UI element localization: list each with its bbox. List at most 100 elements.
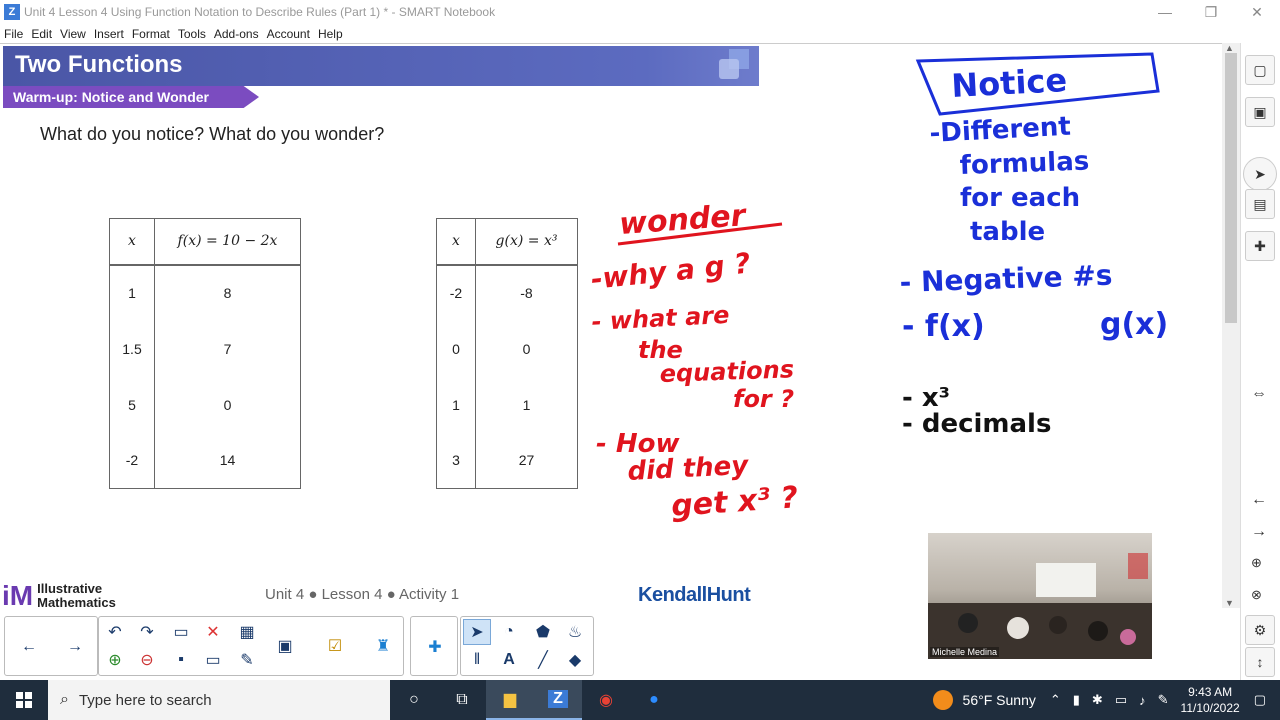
pens-tool-icon[interactable]: ‖ — [463, 647, 491, 673]
table-row: 3 27 — [436, 432, 578, 489]
ink-wonder-title: wonder — [618, 198, 749, 242]
ink-wonder-item: for ? — [733, 385, 794, 413]
slide-canvas[interactable]: Two Functions Warm-up: Notice and Wonder… — [0, 43, 1240, 611]
undo-icon[interactable]: ↶ — [101, 619, 129, 645]
ink-wonder-item: did they — [627, 451, 750, 487]
ink-notice-item: - x³ — [902, 383, 950, 413]
toolbar-tools-group: ➤ ◔ ⬟ ♨ ‖ A ╱ ◆ — [460, 616, 594, 676]
next-page-icon[interactable]: → — [1251, 523, 1267, 541]
volume-icon[interactable]: ♪ — [1139, 693, 1146, 708]
toolbar-nav-group: ← → — [4, 616, 98, 676]
illustrative-math-logo: iM Illustrative Mathematics — [2, 580, 116, 612]
table-cell: 3 — [436, 432, 476, 489]
file-explorer-icon[interactable]: ▆ — [486, 680, 534, 720]
toolbar-move-icon[interactable]: ↕ — [1245, 647, 1275, 677]
attachments-icon[interactable]: ▤ — [1245, 189, 1275, 219]
scroll-down-icon[interactable]: ▼ — [1225, 598, 1234, 608]
toolbar-edit-group: ↶ ↷ ▭ ✕ ▦ ⊕ ⊖ ▪ ▭ ✎ ▣ ☑ ♜ — [98, 616, 404, 676]
menu-edit[interactable]: Edit — [27, 27, 56, 41]
menu-help[interactable]: Help — [314, 27, 347, 41]
menu-format[interactable]: Format — [128, 27, 174, 41]
webcam-video[interactable]: Michelle Medina — [928, 533, 1152, 659]
table-cell: 1 — [522, 396, 531, 413]
menu-file[interactable]: File — [0, 27, 27, 41]
menu-account[interactable]: Account — [263, 27, 314, 41]
table-icon[interactable]: ▦ — [233, 619, 261, 645]
fill-tool-icon[interactable]: ⬟ — [529, 619, 557, 645]
restore-button[interactable]: ❐ — [1188, 0, 1234, 24]
delete-page-button[interactable]: ⊖ — [133, 647, 161, 673]
pen-icon[interactable]: ✎ — [1158, 692, 1169, 708]
minimize-button[interactable]: — — [1142, 0, 1188, 24]
add-page-button[interactable]: ⊕ — [101, 647, 129, 673]
scrollbar-thumb[interactable] — [1225, 53, 1237, 323]
delete-icon[interactable]: ✕ — [199, 619, 227, 645]
close-button[interactable]: ✕ — [1234, 0, 1280, 24]
zoom-icon[interactable]: ● — [630, 680, 678, 720]
notifications-icon[interactable]: ▢ — [1254, 692, 1266, 708]
taskbar-clock[interactable]: 9:43 AM 11/10/2022 — [1181, 684, 1240, 716]
taskbar-search-box[interactable]: ⌕ Type here to search — [48, 680, 390, 720]
chrome-icon[interactable]: ◉ — [582, 680, 630, 720]
windows-logo-icon — [16, 692, 32, 708]
start-button[interactable] — [0, 680, 48, 720]
select-tool-icon[interactable]: ➤ — [463, 619, 491, 645]
monster-icon[interactable]: ♜ — [369, 633, 397, 659]
battery-icon[interactable]: ▭ — [1115, 692, 1127, 708]
next-page-button[interactable]: → — [61, 634, 89, 660]
clock-date: 11/10/2022 — [1180, 701, 1240, 715]
scroll-up-icon[interactable]: ▲ — [1225, 43, 1234, 53]
menu-tools[interactable]: Tools — [174, 27, 210, 41]
shapes-tool-icon[interactable]: ◔ — [495, 619, 523, 645]
menu-bar: File Edit View Insert Format Tools Add-o… — [0, 24, 1280, 43]
cortana-icon[interactable]: ○ — [390, 680, 438, 720]
table-row: 11 — [436, 376, 578, 433]
add-page-icon[interactable]: ⊕ — [1251, 555, 1262, 571]
gallery-icon[interactable]: ▣ — [1245, 97, 1275, 127]
menu-insert[interactable]: Insert — [90, 27, 128, 41]
save-icon[interactable]: ▪ — [167, 647, 195, 673]
table-cell: 8 — [223, 285, 232, 301]
clear-ink-icon[interactable]: ✎ — [233, 647, 261, 673]
video-participant-name: Michelle Medina — [930, 647, 1000, 657]
menu-addons[interactable]: Add-ons — [210, 27, 263, 41]
bluetooth-icon[interactable]: ✱ — [1092, 692, 1103, 708]
task-view-icon[interactable]: ⧉ — [438, 680, 486, 720]
table-row: 50 — [109, 376, 301, 433]
settings-gear-icon[interactable]: ⚙ — [1245, 615, 1275, 645]
classroom-video-frame — [928, 553, 1152, 659]
slide-footer-center: Unit 4 ● Lesson 4 ● Activity 1 — [265, 586, 460, 603]
cursor-icon[interactable]: ➤ — [1243, 157, 1277, 191]
line-tool-icon[interactable]: ╱ — [529, 647, 557, 673]
eraser-tool-icon[interactable]: ◆ — [561, 647, 589, 673]
table-row: -2 14 — [109, 432, 301, 489]
microphone-icon[interactable]: ▮ — [1073, 692, 1080, 708]
text-tool-icon[interactable]: A — [495, 647, 523, 673]
redo-icon[interactable]: ↷ — [133, 619, 161, 645]
menu-view[interactable]: View — [56, 27, 90, 41]
table-cell: 0 — [223, 396, 232, 413]
previous-page-button[interactable]: ← — [15, 634, 43, 660]
addons-puzzle-button[interactable]: ✚ — [421, 634, 449, 660]
resize-horizontal-icon[interactable]: ⇔ — [1251, 385, 1267, 403]
addons-puzzle-icon[interactable]: ✚ — [1245, 231, 1275, 261]
page-sorter-icon[interactable]: ▢ — [1245, 55, 1275, 85]
delete-page-icon[interactable]: ⊗ — [1251, 587, 1262, 603]
smart-notebook-taskbar-icon[interactable]: Z — [534, 680, 582, 720]
tray-chevron-icon[interactable]: ⌃ — [1050, 692, 1061, 708]
side-panel: ▢ ▣ ➤ ▤ ✚ ⇔ ← → ⊕ ⊗ ⚙ ↕ — [1240, 43, 1280, 680]
previous-page-icon[interactable]: ← — [1251, 491, 1267, 509]
display-icon[interactable]: ▣ — [271, 633, 299, 659]
ink-wonder-item: equations — [659, 355, 794, 388]
response-icon[interactable]: ☑ — [321, 633, 349, 659]
screen-shade-icon[interactable]: ▭ — [199, 647, 227, 673]
ink-notice-item: for each — [960, 183, 1080, 213]
table-header-cell: x — [436, 218, 476, 266]
slide-title: Two Functions — [15, 51, 183, 78]
open-icon[interactable]: ▭ — [167, 619, 195, 645]
ink-notice-title: Notice — [950, 61, 1068, 105]
table-cell: 27 — [518, 452, 535, 469]
vertical-scrollbar[interactable]: ▲ ▼ — [1222, 43, 1240, 608]
paint-bucket-icon[interactable]: ♨ — [561, 619, 589, 645]
weather-widget[interactable]: 56°F Sunny — [932, 690, 1036, 710]
